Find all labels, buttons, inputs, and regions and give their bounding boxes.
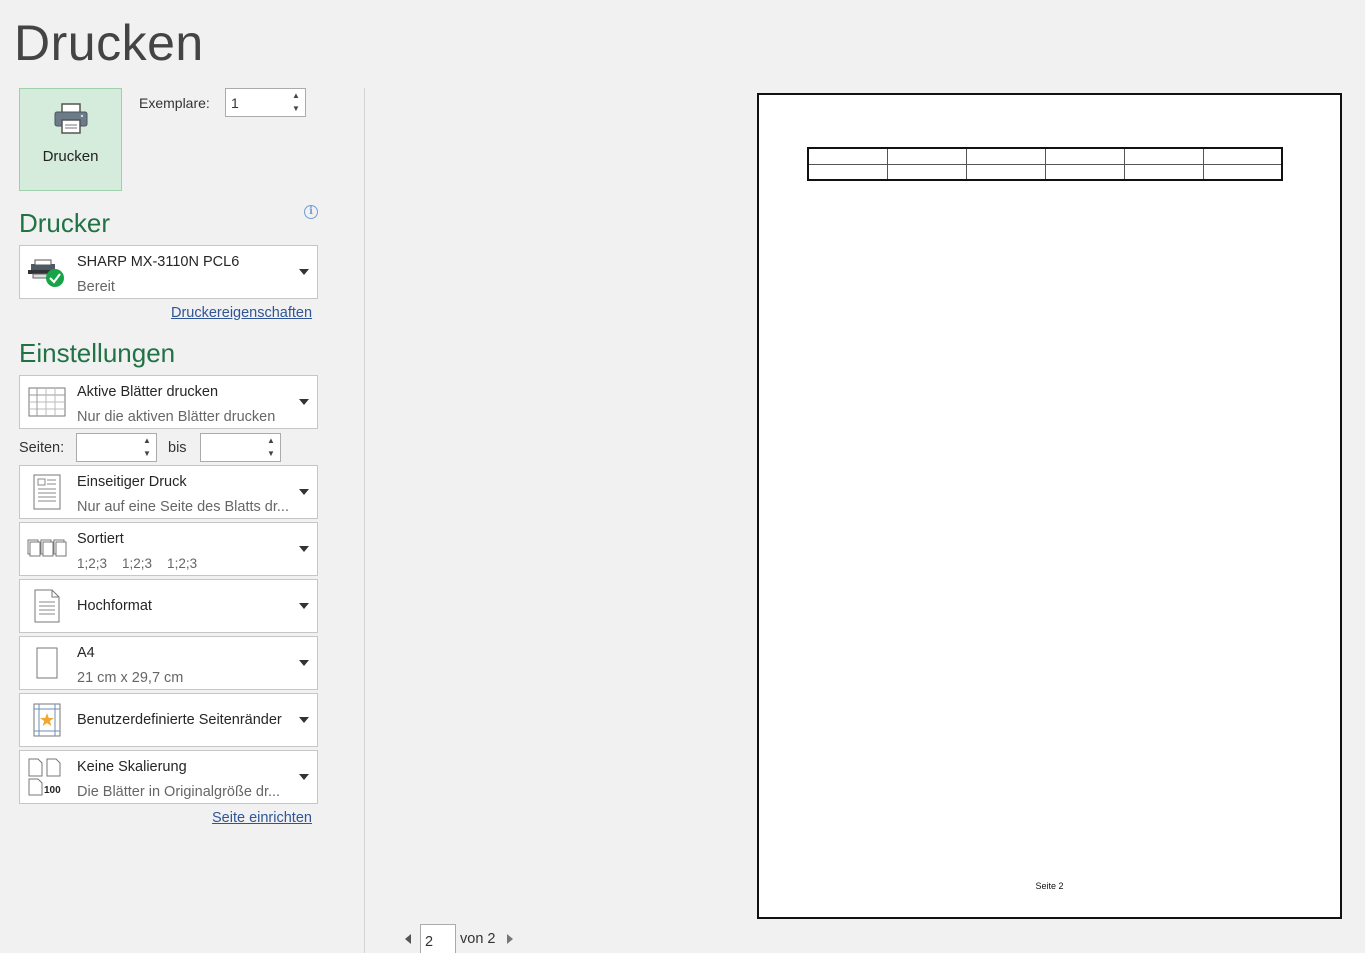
chevron-down-icon (299, 774, 309, 780)
print-button[interactable]: Drucken (19, 88, 122, 191)
printer-status: Bereit (77, 279, 115, 295)
current-page-box[interactable] (420, 924, 456, 953)
sheet-grid-icon (24, 376, 70, 428)
page-title: Drucken (14, 15, 204, 71)
paper-size-subtitle: 21 cm x 29,7 cm (77, 670, 184, 686)
margins-title: Benutzerdefinierte Seitenränder (77, 712, 282, 728)
printer-icon (53, 103, 89, 140)
info-icon[interactable]: i (304, 205, 318, 219)
page-count-label: von 2 (460, 930, 496, 947)
chevron-down-icon (299, 717, 309, 723)
pages-from-up-icon[interactable]: ▲ (143, 437, 151, 445)
printer-ready-icon (24, 246, 70, 298)
scaling-dropdown[interactable]: 100 Keine Skalierung Die Blätter in Orig… (19, 750, 318, 804)
margins-dropdown[interactable]: Benutzerdefinierte Seitenränder (19, 693, 318, 747)
printer-dropdown[interactable]: SHARP MX-3110N PCL6 Bereit (19, 245, 318, 299)
orientation-title: Hochformat (77, 598, 152, 614)
next-page-icon[interactable] (507, 933, 514, 944)
scaling-title: Keine Skalierung (77, 759, 187, 775)
pages-to-up-icon[interactable]: ▲ (267, 437, 275, 445)
print-preview: Seite 2 (757, 93, 1342, 919)
copies-label: Exemplare: (139, 95, 210, 111)
chevron-down-icon (299, 489, 309, 495)
chevron-down-icon (299, 546, 309, 552)
pages-label: Seiten: (19, 440, 65, 456)
chevron-down-icon (299, 269, 309, 275)
scaling-number: 100 (44, 785, 61, 796)
page-setup-link[interactable]: Seite einrichten (212, 810, 312, 826)
printer-properties-link[interactable]: Druckereigenschaften (171, 305, 312, 321)
pages-to-label: bis (168, 440, 187, 456)
collation-title: Sortiert (77, 531, 124, 547)
copies-stepper[interactable]: ▲ ▼ (225, 88, 306, 117)
scaling-subtitle: Die Blätter in Originalgröße dr... (77, 784, 281, 800)
panel-divider (364, 88, 365, 953)
previous-page-icon[interactable] (405, 933, 411, 944)
pages-to-stepper[interactable]: ▲ ▼ (200, 433, 281, 462)
page-footer: Seite 2 (1035, 881, 1064, 891)
collation-dropdown[interactable]: Sortiert 1;2;3 1;2;3 1;2;3 (19, 522, 318, 576)
custom-margins-icon (24, 694, 70, 746)
print-what-subtitle: Nur die aktiven Blätter drucken (77, 409, 276, 425)
collation-subtitle: 1;2;3 1;2;3 1;2;3 (77, 556, 198, 571)
printer-heading: Drucker (19, 208, 111, 238)
pages-from-stepper[interactable]: ▲ ▼ (76, 433, 157, 462)
preview-table (807, 147, 1283, 181)
settings-heading: Einstellungen (19, 338, 176, 368)
pages-to-down-icon[interactable]: ▼ (267, 449, 275, 458)
chevron-down-icon (299, 660, 309, 666)
sides-subtitle: Nur auf eine Seite des Blatts dr... (77, 499, 289, 515)
paper-size-icon (24, 637, 70, 689)
paper-size-title: A4 (77, 645, 95, 661)
orientation-dropdown[interactable]: Hochformat (19, 579, 318, 633)
paper-size-dropdown[interactable]: A4 21 cm x 29,7 cm (19, 636, 318, 690)
print-button-label: Drucken (42, 148, 99, 165)
single-sided-icon (24, 466, 70, 518)
chevron-down-icon (299, 399, 309, 405)
sides-title: Einseitiger Druck (77, 474, 187, 490)
chevron-down-icon (299, 603, 309, 609)
current-page-input[interactable] (421, 925, 455, 953)
table-row (807, 163, 1283, 181)
page-navigator: von 2 (400, 924, 514, 953)
printer-name: SHARP MX-3110N PCL6 (77, 254, 240, 270)
portrait-icon (24, 580, 70, 632)
sides-dropdown[interactable]: Einseitiger Druck Nur auf eine Seite des… (19, 465, 318, 519)
print-what-title: Aktive Blätter drucken (77, 384, 219, 400)
table-row (807, 147, 1283, 165)
copies-down-icon[interactable]: ▼ (292, 104, 300, 113)
copies-up-icon[interactable]: ▲ (292, 92, 300, 100)
collated-icon (24, 523, 70, 575)
print-what-dropdown[interactable]: Aktive Blätter drucken Nur die aktiven B… (19, 375, 318, 429)
pages-from-down-icon[interactable]: ▼ (143, 449, 151, 458)
